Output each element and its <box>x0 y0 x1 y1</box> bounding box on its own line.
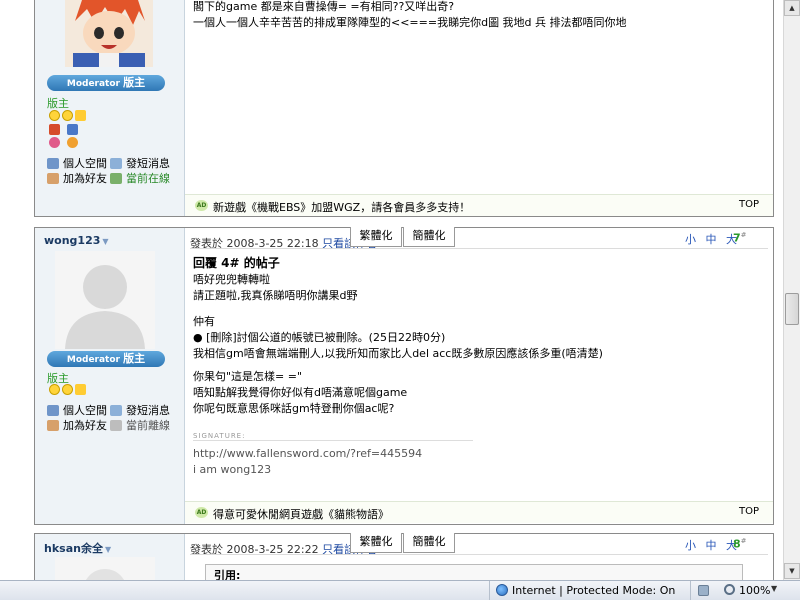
post-body: 閣下的game 都是來自曹操傳= =有相同??又咩出奇? 一個人一個人辛辛苦苦的… <box>193 0 627 29</box>
ad-icon: AD <box>195 507 208 518</box>
post-2: wong123 ▼ Moderator 版主 版主 個人空間 發短消息 加為好友 … <box>34 227 774 525</box>
protected-mode-icon[interactable] <box>698 585 709 596</box>
scroll-thumb[interactable] <box>785 293 799 325</box>
home-icon <box>47 158 59 169</box>
signature: http://www.fallensword.com/?ref=445594 i… <box>193 446 423 476</box>
post-content: 發表於 2008-3-25 22:18 只看該作者 繁體化 簡體化 小 中 大 … <box>185 227 773 524</box>
username[interactable]: wong123 ▼ <box>44 234 109 247</box>
zoom-level[interactable]: 100% <box>739 584 770 597</box>
profile-link[interactable]: 個人空間 <box>47 155 107 171</box>
post-1: Moderator 版主 版主 個人空間 發短消息 加為好友 當前在線 閣下的g… <box>34 0 774 217</box>
post-content: 發表於 2008-3-25 22:22 只看該作者 繁體化 簡體化 小 中 大 … <box>185 533 773 580</box>
status-user-icon <box>110 173 122 184</box>
vertical-scrollbar[interactable]: ▲ ▼ <box>783 0 800 580</box>
zoom-icon[interactable] <box>724 584 735 595</box>
signature-link[interactable]: http://www.fallensword.com/?ref=445594 <box>193 446 422 462</box>
add-user-icon <box>47 173 59 184</box>
author-sidebar: hksan余全 ▼ <box>35 534 185 580</box>
moon-medal-icon <box>62 384 73 395</box>
message-link[interactable]: 發短消息 <box>110 155 170 171</box>
smile-medal-icon <box>49 110 60 121</box>
add-friend-link[interactable]: 加為好友 <box>47 170 107 186</box>
post-title: 回覆 4# 的帖子 <box>193 256 280 270</box>
page-viewport: Moderator 版主 版主 個人空間 發短消息 加為好友 當前在線 閣下的g… <box>0 0 783 580</box>
moderator-badge: Moderator 版主 <box>47 75 165 91</box>
mail-icon <box>110 405 122 416</box>
scroll-up-button[interactable]: ▲ <box>784 0 800 16</box>
quote-block: 引用: <box>205 564 743 580</box>
award-medal-icon <box>67 124 78 135</box>
ad-link[interactable]: 得意可愛休閒網頁遊戲《貓熊物語》 <box>213 506 389 522</box>
signature-label: SIGNATURE: <box>193 432 246 440</box>
profile-link[interactable]: 個人空間 <box>47 402 107 418</box>
flower-medal-icon <box>49 137 60 148</box>
add-user-icon <box>47 420 59 431</box>
floor-number: 7# <box>733 231 747 245</box>
font-size-links[interactable]: 小 中 大 <box>685 537 740 553</box>
top-link[interactable]: TOP <box>739 199 759 210</box>
zoom-dropdown-icon[interactable]: ▼ <box>771 584 777 593</box>
online-status: 當前在線 <box>110 170 170 186</box>
font-size-links[interactable]: 小 中 大 <box>685 231 740 247</box>
post-footer: AD 得意可愛休閒網頁遊戲《貓熊物語》 TOP <box>185 501 773 523</box>
post-content: 閣下的game 都是來自曹操傳= =有相同??又咩出奇? 一個人一個人辛辛苦苦的… <box>185 0 773 216</box>
status-bar: Internet | Protected Mode: On 100% ▼ <box>0 580 800 600</box>
author-sidebar: wong123 ▼ Moderator 版主 版主 個人空間 發短消息 加為好友 … <box>35 228 185 524</box>
moon-medal-icon <box>62 110 73 121</box>
security-zone[interactable]: Internet | Protected Mode: On <box>512 584 675 597</box>
star-medal-icon <box>75 110 86 121</box>
post-body-3: 你果句"這是怎樣= =" 唔知點解我覺得你好似有d唔滿意呢個game 你呢句既意… <box>193 370 408 415</box>
traditional-chinese-tab[interactable]: 繁體化 <box>350 227 402 247</box>
traditional-chinese-tab[interactable]: 繁體化 <box>350 533 402 553</box>
simplified-chinese-tab[interactable]: 簡體化 <box>403 227 455 247</box>
dropdown-arrow-icon: ▼ <box>104 545 112 554</box>
mail-icon <box>110 158 122 169</box>
simplified-chinese-tab[interactable]: 簡體化 <box>403 533 455 553</box>
sun-medal-icon <box>67 137 78 148</box>
post-footer: AD 新遊戲《機戰EBS》加盟WGZ，請各會員多多支持！ TOP <box>185 194 773 216</box>
offline-status: 當前離線 <box>110 417 170 433</box>
post-3: hksan余全▼ 發表於 2008-3-25 22:22 只看該作者 繁體化 簡… <box>34 533 774 580</box>
ribbon-medal-icon <box>49 124 60 135</box>
username[interactable]: hksan余全 ▼ <box>44 540 111 556</box>
ad-link[interactable]: 新遊戲《機戰EBS》加盟WGZ，請各會員多多支持！ <box>213 199 470 215</box>
default-avatar <box>55 251 155 349</box>
home-icon <box>47 405 59 416</box>
status-divider <box>690 581 691 600</box>
status-user-icon <box>110 420 122 431</box>
scroll-down-button[interactable]: ▼ <box>784 563 800 579</box>
floor-number: 8# <box>733 537 747 551</box>
dropdown-arrow-icon: ▼ <box>102 237 109 246</box>
globe-icon <box>496 584 508 596</box>
smile-medal-icon <box>49 384 60 395</box>
status-divider <box>489 581 490 600</box>
add-friend-link[interactable]: 加為好友 <box>47 417 107 433</box>
user-rank: 版主 <box>47 97 69 110</box>
ad-icon: AD <box>195 200 208 211</box>
moderator-badge: Moderator 版主 <box>47 351 165 367</box>
message-link[interactable]: 發短消息 <box>110 402 170 418</box>
header-divider <box>190 248 768 249</box>
post-body-1: 唔好兜兜轉轉啦 請正題啦,我真係睇唔明你講果d野 <box>193 273 358 302</box>
signature-divider <box>193 440 473 441</box>
default-avatar <box>55 557 155 580</box>
author-sidebar: Moderator 版主 版主 個人空間 發短消息 加為好友 當前在線 <box>35 0 185 216</box>
post-body-2: 仲有 ● [刪除]討個公道的帳號已被刪除。(25日22時0分) 我相信gm唔會無… <box>193 315 603 360</box>
top-link[interactable]: TOP <box>739 506 759 517</box>
header-divider <box>190 554 768 555</box>
avatar <box>65 0 153 67</box>
star-medal-icon <box>75 384 86 395</box>
